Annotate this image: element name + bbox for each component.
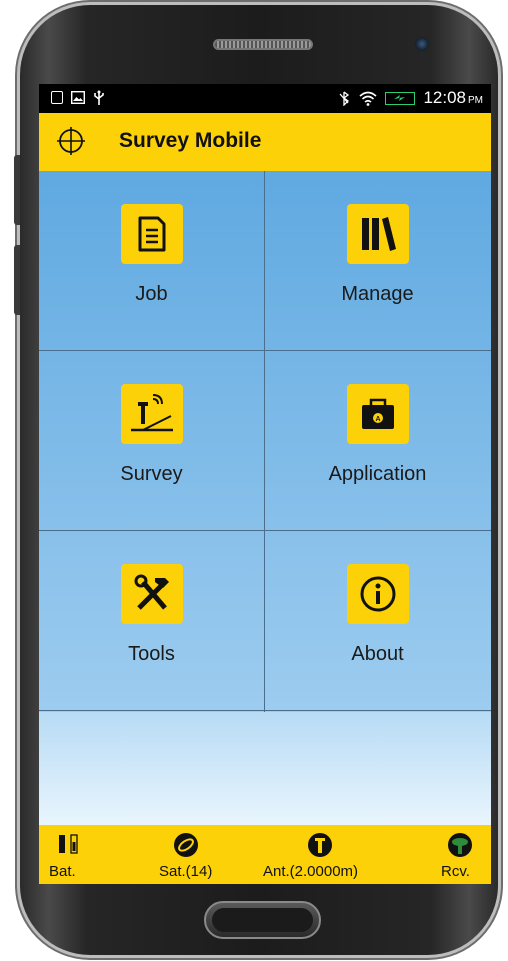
menu-item-manage[interactable]: Manage [265, 171, 490, 350]
status-toolbar: Bat. Sat.(14) Ant.(2.0000m) Rcv. [39, 825, 491, 884]
survey-tile [121, 384, 183, 444]
screen: 12:08 PM Survey Mobile Job Manage Survey… [39, 84, 491, 884]
app-title: Survey Mobile [119, 129, 262, 152]
menu-item-label: About [351, 643, 404, 665]
grid-divider-row-3 [39, 710, 491, 711]
app-bar: Survey Mobile [39, 113, 491, 171]
manage-tile [347, 204, 409, 264]
status-bar: 12:08 PM [39, 84, 491, 113]
menu-item-application[interactable]: A Application [265, 351, 490, 530]
menu-item-label: Survey [120, 463, 183, 485]
front-camera [415, 37, 429, 51]
menu-item-about[interactable]: About [265, 531, 490, 710]
battery-icon [59, 834, 78, 854]
clock-ampm: PM [468, 94, 483, 106]
info-icon [360, 576, 396, 612]
receiver-label: Rcv. [441, 863, 470, 880]
satellite-icon [174, 833, 198, 857]
grid-divider-vertical [264, 171, 265, 712]
antenna-label: Ant.(2.0000m) [263, 863, 359, 880]
empty-area [39, 712, 491, 825]
notification-icon [51, 91, 63, 104]
gnss-survey-pole-icon [131, 394, 173, 432]
crosshair-icon[interactable] [57, 127, 85, 155]
image-icon [71, 91, 85, 104]
battery-status[interactable]: Bat. [49, 825, 99, 884]
battery-charging-icon [385, 91, 416, 105]
home-button[interactable] [204, 901, 321, 939]
hammer-wrench-icon [134, 574, 169, 610]
menu-item-label: Job [135, 283, 168, 305]
tools-tile [121, 564, 183, 624]
side-button [14, 245, 20, 315]
main-menu-grid: Job Manage Survey A Application Tools Ab… [39, 171, 491, 712]
usb-icon [94, 90, 104, 105]
battery-label: Bat. [49, 863, 76, 880]
antenna-icon [308, 833, 332, 857]
receiver-icon [448, 833, 472, 857]
mute-icon [339, 90, 350, 106]
document-icon [138, 216, 166, 252]
grid-divider-row-2 [39, 530, 491, 531]
clock-time: 12:08 [423, 88, 466, 107]
menu-item-label: Tools [128, 643, 175, 665]
receiver-status[interactable]: Rcv. [439, 825, 484, 884]
antenna-status[interactable]: Ant.(2.0000m) [259, 825, 389, 884]
menu-item-tools[interactable]: Tools [39, 531, 264, 710]
satellite-label: Sat.(14) [159, 863, 213, 880]
volume-button [14, 155, 20, 225]
about-tile [347, 564, 409, 624]
satellite-status[interactable]: Sat.(14) [151, 825, 231, 884]
library-books-icon [362, 217, 396, 251]
menu-item-label: Manage [341, 283, 414, 305]
menu-item-label: Application [328, 463, 427, 485]
wifi-icon [359, 91, 377, 106]
menu-item-survey[interactable]: Survey [39, 351, 264, 530]
earpiece-speaker [213, 39, 313, 50]
application-tile: A [347, 384, 409, 444]
svg-text:A: A [375, 416, 380, 423]
job-tile [121, 204, 183, 264]
grid-divider-row-1 [39, 350, 491, 351]
toolbox-icon: A [362, 398, 394, 429]
menu-item-job[interactable]: Job [39, 171, 264, 350]
